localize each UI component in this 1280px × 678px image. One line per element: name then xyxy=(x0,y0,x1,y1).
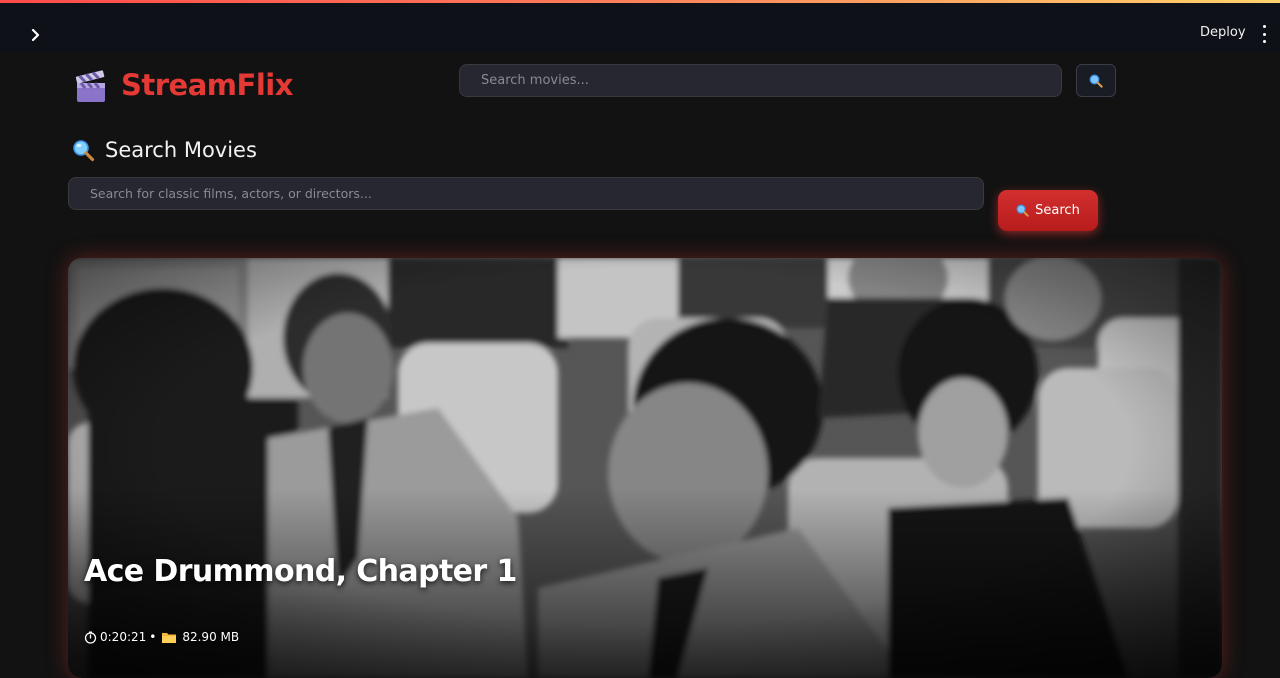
movie-search-input[interactable] xyxy=(68,177,984,210)
folder-icon xyxy=(162,632,177,643)
chevron-right-icon xyxy=(31,29,40,41)
kebab-menu-icon xyxy=(1262,25,1266,28)
meta-separator: • xyxy=(149,630,157,644)
magnifier-icon xyxy=(1016,204,1029,217)
app-logo[interactable]: StreamFlix xyxy=(121,68,293,102)
main-menu-button[interactable] xyxy=(1258,25,1270,43)
header-search-button[interactable] xyxy=(1076,64,1116,97)
section-title: Search Movies xyxy=(105,138,257,162)
deploy-button[interactable]: Deploy xyxy=(1200,25,1246,40)
search-button[interactable]: Search xyxy=(998,190,1098,231)
magnifier-icon xyxy=(1089,74,1103,88)
featured-movie-title: Ace Drummond, Chapter 1 xyxy=(84,554,517,589)
featured-movie-card[interactable]: Ace Drummond, Chapter 1 0:20:21 • 82.90 … xyxy=(68,258,1222,678)
search-section-heading: Search Movies xyxy=(72,136,257,164)
search-button-label: Search xyxy=(1035,203,1080,218)
sidebar-toggle-button[interactable] xyxy=(26,25,46,45)
app-toolbar: Deploy xyxy=(0,3,1280,52)
duration-text: 0:20:21 xyxy=(100,630,147,644)
file-size-text: 82.90 MB xyxy=(182,630,240,644)
featured-movie-meta: 0:20:21 • 82.90 MB xyxy=(84,630,239,644)
stopwatch-icon xyxy=(84,631,97,644)
magnifier-icon xyxy=(73,139,95,161)
header-search-input[interactable] xyxy=(459,64,1062,97)
clapperboard-icon xyxy=(74,70,108,104)
